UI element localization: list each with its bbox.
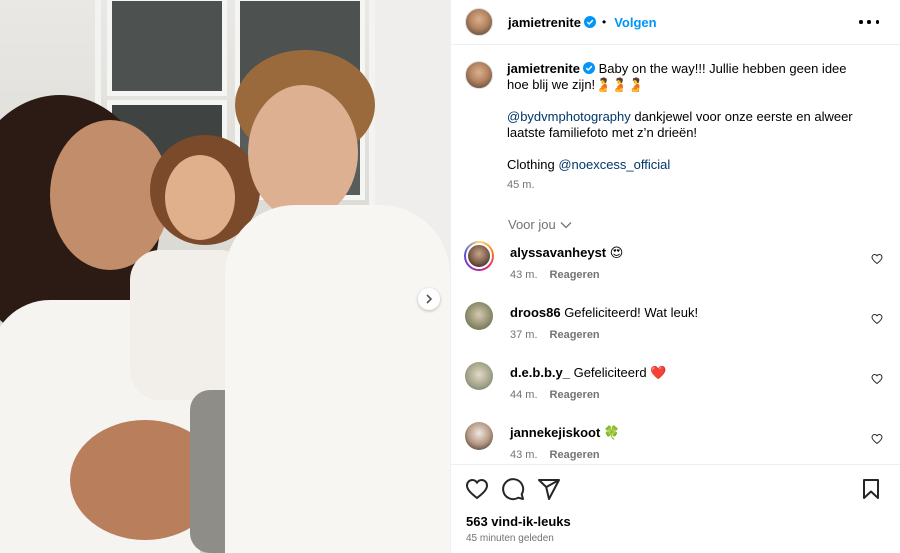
commenter-username[interactable]: alyssavanheyst [510, 245, 606, 260]
reply-button[interactable]: Reageren [550, 329, 600, 341]
heart-icon[interactable] [871, 313, 883, 325]
comment-text: 😍 [606, 245, 624, 260]
post-header: jamietrenite • Volgen [451, 0, 900, 45]
caption-emoji: 🫄🫄🫄 [595, 77, 644, 92]
verified-icon [582, 62, 595, 74]
clothing-mention-link[interactable]: @noexcess_official [558, 157, 670, 172]
caption-author-avatar[interactable] [465, 61, 493, 89]
comment-text: Gefeliciteerd ❤️ [569, 365, 667, 380]
clothing-label: Clothing [507, 157, 559, 172]
commenter-avatar[interactable] [465, 302, 493, 330]
bookmark-icon[interactable] [859, 477, 883, 501]
for-you-filter[interactable]: Voor jou [508, 217, 572, 232]
chevron-down-icon [560, 221, 572, 228]
separator-dot: • [601, 15, 607, 29]
post-time-ago: 45 minuten geleden [466, 533, 554, 544]
comment-time: 37 m. [510, 329, 538, 341]
comment-time: 44 m. [510, 389, 538, 401]
comment-icon[interactable] [501, 477, 525, 501]
comment-time: 43 m. [510, 449, 538, 461]
commenter-avatar[interactable] [465, 362, 493, 390]
author-username[interactable]: jamietrenite [508, 15, 581, 30]
post-caption: jamietrenite Baby on the way!!! Jullie h… [465, 61, 885, 193]
reply-button[interactable]: Reageren [550, 389, 600, 401]
heart-icon[interactable] [871, 433, 883, 445]
comment-text: Gefeliciteerd! Wat leuk! [560, 305, 699, 320]
follow-button[interactable]: Volgen [614, 15, 656, 30]
post-panel: jamietrenite • Volgen jamietrenite Baby … [450, 0, 900, 553]
commenter-avatar[interactable] [465, 422, 493, 450]
comment-time: 43 m. [510, 269, 538, 281]
caption-timestamp: 45 m. [507, 179, 535, 191]
reply-button[interactable]: Reageren [550, 269, 600, 281]
next-photo-button[interactable] [418, 288, 440, 310]
heart-icon[interactable] [871, 373, 883, 385]
likes-count[interactable]: 563 vind-ik-leuks [466, 514, 571, 529]
commenter-avatar[interactable] [464, 241, 494, 271]
photographer-mention-link[interactable]: @bydvmphotography [507, 109, 631, 124]
post-photo[interactable] [0, 0, 450, 553]
comment-item: alyssavanheyst 😍 43 m. Reageren [464, 241, 891, 290]
comment-item: d.e.b.b.y_ Gefeliciteerd ❤️ 44 m. Reagere… [465, 362, 891, 410]
comment-item: jannekejiskoot 🍀 43 m. Reageren [465, 422, 891, 464]
caption-author-username[interactable]: jamietrenite [507, 61, 580, 76]
share-icon[interactable] [537, 477, 561, 501]
commenter-username[interactable]: d.e.b.b.y_ [510, 365, 570, 380]
chevron-right-icon [426, 294, 433, 304]
more-options-icon[interactable] [859, 13, 879, 31]
post-actions-bar [451, 465, 900, 510]
commenter-username[interactable]: droos86 [510, 305, 561, 320]
reply-button[interactable]: Reageren [550, 449, 600, 461]
comment-text: 🍀 [600, 425, 621, 440]
author-avatar[interactable] [465, 8, 493, 36]
for-you-label: Voor jou [508, 217, 556, 232]
comment-item: droos86 Gefeliciteerd! Wat leuk! 37 m. Re… [465, 302, 891, 350]
like-heart-icon[interactable] [465, 477, 489, 501]
commenter-username[interactable]: jannekejiskoot [510, 425, 600, 440]
comments-scroll-area[interactable]: jamietrenite Baby on the way!!! Jullie h… [451, 45, 900, 465]
verified-icon [583, 16, 596, 28]
heart-icon[interactable] [871, 253, 883, 265]
